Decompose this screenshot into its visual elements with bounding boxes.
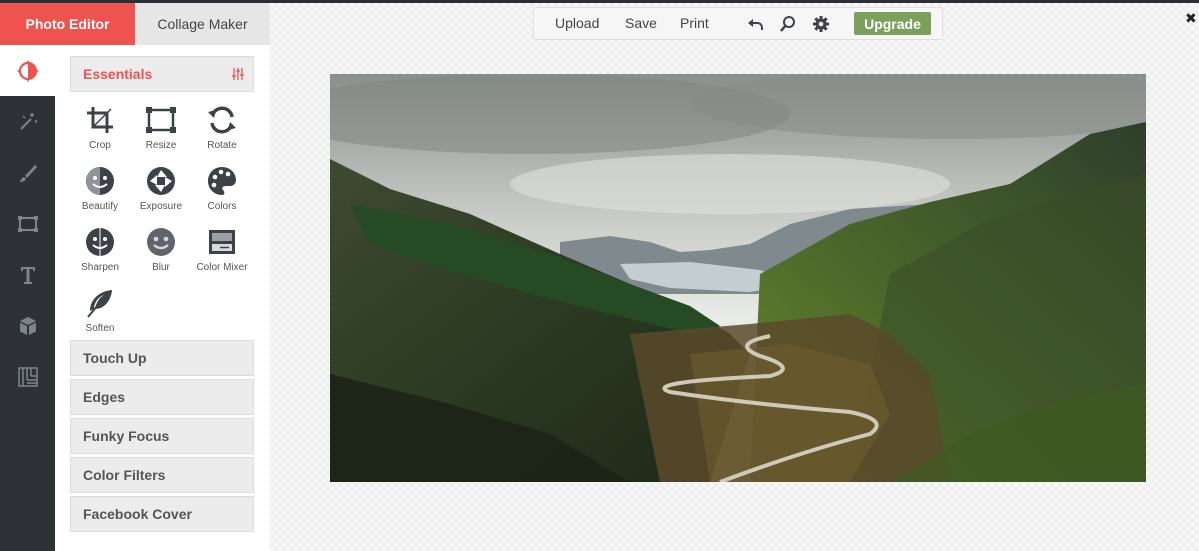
tool-exposure-label: Exposure: [139, 201, 183, 212]
upload-button[interactable]: Upload: [555, 15, 599, 31]
tool-sharpen-label: Sharpen: [81, 262, 119, 273]
section-edges[interactable]: Edges: [70, 379, 254, 415]
sharpen-icon: [86, 228, 114, 256]
rail-text[interactable]: [0, 249, 55, 300]
save-button[interactable]: Save: [625, 15, 657, 31]
exposure-icon: [147, 167, 175, 195]
frame-icon: [17, 215, 38, 232]
tools-panel: Essentials Crop Resize Rotate Beautify E…: [55, 45, 270, 551]
rail-effects[interactable]: [0, 96, 55, 147]
tool-colors[interactable]: Colors: [192, 165, 252, 212]
print-button[interactable]: Print: [680, 15, 709, 31]
brush-icon: [19, 164, 37, 182]
rail-essentials[interactable]: [0, 45, 55, 96]
upgrade-button[interactable]: Upgrade: [854, 12, 931, 35]
tool-blur-label: Blur: [152, 262, 170, 273]
tool-resize[interactable]: Resize: [131, 104, 191, 151]
section-facebook-cover[interactable]: Facebook Cover: [70, 496, 254, 532]
close-icon[interactable]: ✖: [1185, 10, 1197, 27]
section-touch-up[interactable]: Touch Up: [70, 340, 254, 376]
tool-exposure[interactable]: Exposure: [131, 165, 191, 212]
tab-photo-editor[interactable]: Photo Editor: [0, 3, 135, 51]
tool-category-rail: [0, 45, 55, 551]
tool-crop[interactable]: Crop: [70, 104, 130, 151]
tool-soften[interactable]: Soften: [70, 287, 130, 334]
tool-color-mixer[interactable]: Color Mixer: [192, 226, 252, 273]
section-color-filters[interactable]: Color Filters: [70, 457, 254, 493]
sticker-cube-icon: [19, 316, 36, 335]
mode-tabs: Photo Editor Collage Maker: [0, 3, 270, 51]
beautify-icon: [86, 167, 114, 195]
palette-icon: [208, 167, 236, 195]
blur-icon: [147, 228, 175, 256]
tool-resize-label: Resize: [145, 140, 177, 151]
rail-frames[interactable]: [0, 198, 55, 249]
tool-crop-label: Crop: [89, 140, 111, 151]
tool-soften-label: Soften: [85, 323, 115, 334]
tool-rotate[interactable]: Rotate: [192, 104, 252, 151]
essentials-icon: [17, 60, 38, 81]
color-mixer-icon: [209, 230, 235, 254]
section-essentials-label: Essentials: [83, 66, 153, 82]
section-funky-focus[interactable]: Funky Focus: [70, 418, 254, 454]
tool-colors-label: Colors: [207, 201, 237, 212]
crop-icon: [87, 107, 113, 133]
adjust-sliders-icon[interactable]: [231, 67, 245, 81]
tool-rotate-label: Rotate: [207, 140, 237, 151]
feather-icon: [87, 290, 112, 318]
rail-textures[interactable]: [0, 351, 55, 402]
landscape-photo: [330, 74, 1146, 482]
tool-sharpen[interactable]: Sharpen: [70, 226, 130, 273]
tool-beautify-label: Beautify: [81, 201, 119, 212]
undo-icon[interactable]: [746, 15, 764, 33]
rail-draw[interactable]: [0, 147, 55, 198]
tool-beautify[interactable]: Beautify: [70, 165, 130, 212]
tool-blur[interactable]: Blur: [131, 226, 191, 273]
settings-gear-icon[interactable]: [812, 15, 830, 33]
top-toolbar: Upload Save Print Upgrade: [533, 7, 943, 40]
zoom-icon[interactable]: [779, 15, 797, 33]
photo-canvas-image[interactable]: [330, 74, 1146, 482]
tab-collage-maker[interactable]: Collage Maker: [135, 3, 270, 45]
tool-color-mixer-label: Color Mixer: [196, 262, 248, 273]
rail-stickers[interactable]: [0, 300, 55, 351]
text-icon: [20, 266, 35, 284]
texture-icon: [17, 366, 38, 387]
rotate-icon: [208, 106, 236, 134]
resize-icon: [146, 107, 176, 133]
magic-wand-icon: [19, 112, 37, 130]
section-essentials[interactable]: Essentials: [70, 56, 254, 92]
